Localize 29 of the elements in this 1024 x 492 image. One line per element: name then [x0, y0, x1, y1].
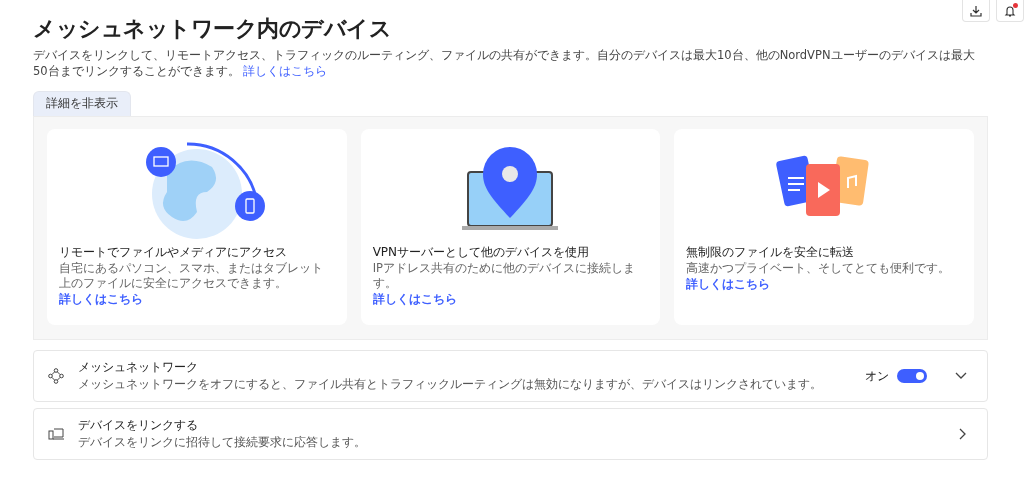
mesh-network-icon: [48, 367, 64, 384]
chevron-down-icon: [955, 371, 967, 380]
setting-title: メッシュネットワーク: [78, 359, 199, 377]
card-title: VPNサーバーとして他のデバイスを使用: [372, 243, 591, 261]
toggle-state-label: オン: [865, 367, 889, 385]
card-title: 無制限のファイルを安全に転送: [686, 243, 856, 261]
settings-row[interactable]: デバイスをリンクする デバイスをリンクに招待して接続要求に応答します。: [33, 407, 988, 460]
toggle-switch[interactable]: [897, 368, 927, 383]
hide-details-tab[interactable]: 詳細を非表示: [33, 91, 131, 116]
learn-more-link[interactable]: 詳しくはこちら: [372, 291, 457, 306]
page-title: メッシュネットワーク内のデバイス: [33, 16, 391, 43]
learn-more-link[interactable]: 詳しくはこちら: [243, 63, 328, 78]
chevron-right-icon: [959, 427, 967, 440]
description-text: デバイスをリンクして、リモートアクセス、トラフィックのルーティング、ファイルの共有ができます。自分のデバイスは最大10台、他のNordVPNユーザーのデバイスは最大50台までリンクすることができます。 詳しくはこちら: [33, 48, 976, 80]
download-button[interactable]: [962, 0, 990, 22]
learn-more-link[interactable]: 詳しくはこちら: [59, 291, 143, 306]
download-icon: [970, 4, 982, 17]
card-description: 自宅にあるパソコン、スマホ、またはタブレット上のファイルに安全にアクセスできます。: [59, 260, 324, 291]
learn-more-link[interactable]: 詳しくはこちら: [686, 276, 771, 291]
card-description: IPアドレス共有のために他のデバイスに接続します。: [372, 260, 636, 291]
devices-icon: [48, 425, 64, 442]
card-title: リモートでファイルやメディアにアクセス: [59, 243, 288, 261]
setting-title: デバイスをリンクする: [78, 417, 199, 435]
card-description: 高速かつプライベート、そしてとても便利です。: [686, 260, 952, 276]
notifications-button[interactable]: [996, 0, 1024, 22]
setting-description: メッシュネットワークをオフにすると、ファイル共有とトラフィックルーティングは無効になりますが、デバイスはリンクされています。: [78, 376, 823, 394]
setting-description: デバイスをリンクに招待して接続要求に応答します。: [78, 434, 367, 452]
bell-icon: [1004, 4, 1016, 17]
settings-row[interactable]: メッシュネットワーク メッシュネットワークをオフにすると、ファイル共有とトラフィックルーティングは無効になりますが、デバイスはリンクされています。 オン: [33, 349, 988, 402]
